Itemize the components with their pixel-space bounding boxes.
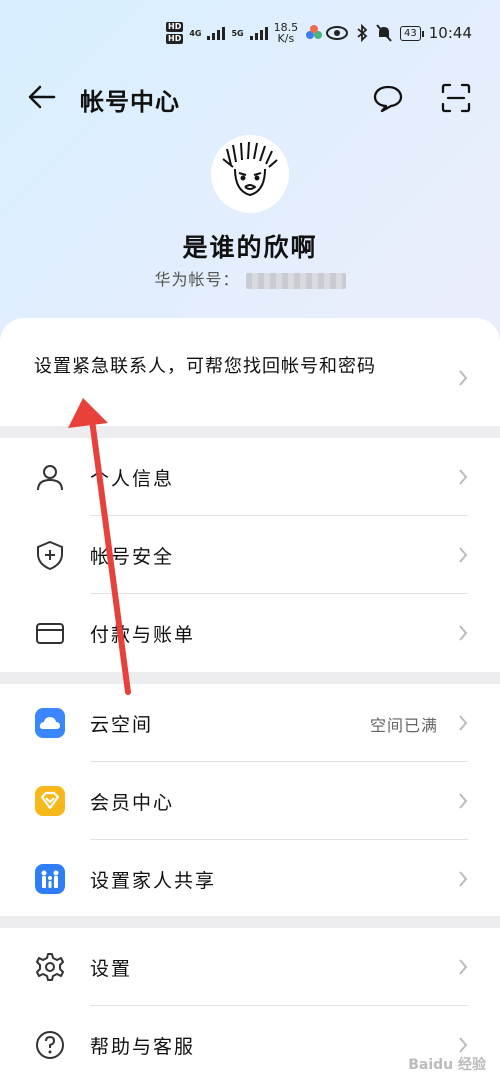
cloud-space-label: 云空间 bbox=[90, 714, 154, 736]
payment-billing-row[interactable]: 付款与账单 bbox=[0, 594, 500, 672]
card-icon bbox=[36, 623, 64, 644]
scan-icon[interactable] bbox=[440, 82, 472, 114]
chevron-right-icon bbox=[459, 625, 468, 641]
personal-info-row[interactable]: 个人信息 bbox=[0, 438, 500, 516]
chevron-right-icon bbox=[459, 715, 468, 731]
message-icon[interactable] bbox=[372, 82, 404, 114]
account-security-row[interactable]: 帐号安全 bbox=[0, 516, 500, 594]
page-title: 帐号中心 bbox=[80, 88, 180, 116]
payment-billing-label: 付款与账单 bbox=[90, 624, 196, 646]
cloud-icon bbox=[35, 708, 65, 738]
bluetooth-icon bbox=[357, 24, 368, 42]
chevron-right-icon bbox=[459, 1037, 468, 1053]
signal-icon-1 bbox=[207, 26, 226, 40]
gear-icon bbox=[36, 953, 64, 981]
status-bar: HD HD 4G 5G 18.5 K/s 43 10:44 bbox=[0, 0, 500, 70]
network-type-1: 4G bbox=[189, 28, 202, 38]
cloud-space-row[interactable]: 云空间 空间已满 bbox=[0, 684, 500, 762]
account-security-label: 帐号安全 bbox=[90, 546, 175, 568]
net-speed: 18.5 K/s bbox=[274, 22, 299, 44]
chevron-right-icon bbox=[459, 469, 468, 485]
emergency-contact-prompt[interactable]: 设置紧急联系人，可帮您找回帐号和密码 bbox=[34, 354, 424, 380]
top-bar: 帐号中心 bbox=[0, 70, 500, 126]
member-center-label: 会员中心 bbox=[90, 792, 175, 814]
member-icon bbox=[35, 786, 65, 816]
help-icon bbox=[36, 1031, 64, 1059]
watermark: Baidu 经验 bbox=[408, 1057, 486, 1073]
net-speed-unit: K/s bbox=[277, 32, 295, 45]
family-sharing-row[interactable]: 设置家人共享 bbox=[0, 840, 500, 918]
chevron-right-icon bbox=[459, 871, 468, 887]
family-sharing-label: 设置家人共享 bbox=[90, 870, 217, 892]
member-center-row[interactable]: 会员中心 bbox=[0, 762, 500, 840]
hd-badge-1: HD bbox=[166, 22, 184, 32]
person-icon bbox=[37, 465, 63, 491]
clock: 10:44 bbox=[428, 24, 472, 42]
chevron-right-icon bbox=[459, 793, 468, 809]
eye-icon bbox=[326, 26, 349, 40]
settings-label: 设置 bbox=[90, 958, 133, 980]
app-notification-icon bbox=[306, 25, 323, 39]
battery-icon: 43 bbox=[400, 25, 424, 41]
account-id-blurred bbox=[245, 272, 346, 289]
hd-badge-2: HD bbox=[166, 34, 184, 44]
network-type-2: 5G bbox=[231, 28, 244, 38]
mute-icon bbox=[376, 24, 392, 42]
cloud-space-status: 空间已满 bbox=[369, 716, 438, 735]
chevron-right-icon bbox=[459, 547, 468, 563]
personal-info-label: 个人信息 bbox=[90, 468, 175, 490]
username: 是谁的欣啊 bbox=[182, 233, 318, 262]
chevron-right-icon bbox=[459, 370, 468, 386]
account-label: 华为帐号： bbox=[154, 270, 240, 289]
shield-icon bbox=[37, 540, 63, 571]
chevron-right-icon bbox=[459, 959, 468, 975]
family-icon bbox=[35, 864, 65, 894]
back-arrow-icon[interactable] bbox=[26, 82, 56, 112]
settings-row[interactable]: 设置 bbox=[0, 928, 500, 1006]
account-id-row: 华为帐号： bbox=[0, 266, 500, 290]
avatar[interactable] bbox=[211, 135, 289, 213]
help-service-label: 帮助与客服 bbox=[90, 1036, 196, 1058]
signal-icon-2 bbox=[249, 26, 268, 40]
